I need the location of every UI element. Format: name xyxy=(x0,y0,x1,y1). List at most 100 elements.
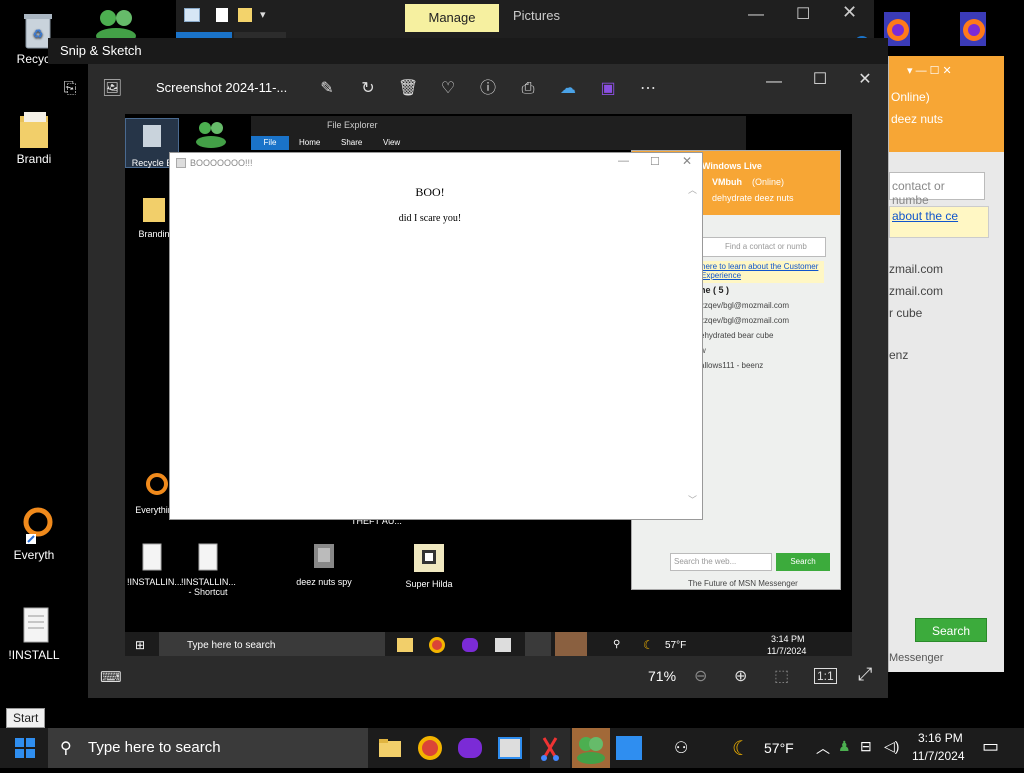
inner-people-icon: ⚲ xyxy=(613,639,621,650)
inner-msn-contact: zzqev/bgl@mozmail.com xyxy=(700,301,790,310)
boo-heading: BOO! xyxy=(415,185,445,199)
inner-start-icon: ⊞ xyxy=(135,638,146,652)
inner-icon-label: deez nuts spy xyxy=(296,577,352,587)
msn-search-button[interactable]: Search xyxy=(915,618,987,642)
desktop-icon-label: Brandi xyxy=(16,152,52,166)
snip-sketch-taskbar-icon[interactable] xyxy=(530,728,570,768)
maximize-button[interactable]: ☐ xyxy=(796,4,810,24)
onedrive-icon[interactable]: ☁ xyxy=(558,79,578,99)
msn-people-icon[interactable] xyxy=(92,6,142,44)
zoom-in-icon[interactable]: ⊕ xyxy=(734,666,747,686)
boo-titlebar: BOOOOOOO!!! — ☐ ✕ xyxy=(170,153,702,173)
boo-window: BOOOOOOO!!! — ☐ ✕ BOO! did I scare you! … xyxy=(169,152,703,520)
boo-minimize-button: — xyxy=(618,155,629,167)
inner-msn-tagline: dehydrate deez nuts xyxy=(712,193,794,203)
favorite-icon[interactable]: ♡ xyxy=(438,79,458,99)
minimize-button[interactable]: — xyxy=(748,6,764,24)
install-file-icon[interactable]: !INSTALL xyxy=(0,604,72,662)
msn-contact[interactable]: zmail.com xyxy=(889,262,943,276)
inner-msn-web-search: Search the web... xyxy=(670,553,772,571)
chrome-taskbar-icon[interactable] xyxy=(418,736,442,760)
notifications-icon[interactable]: ▭ xyxy=(982,736,999,757)
clock-time[interactable]: 3:16 PM xyxy=(918,731,963,745)
properties-icon[interactable] xyxy=(216,8,228,22)
delete-icon[interactable]: 🗑 xyxy=(398,79,418,99)
inner-explorer-taskbar-icon xyxy=(397,638,413,652)
msn-info-link[interactable]: about the ce xyxy=(889,206,989,238)
inner-install-file-icon: !INSTALLIN... xyxy=(127,542,182,587)
msn-taskbar-icon[interactable] xyxy=(572,728,610,768)
taskbar: Type here to search ⚲ ⚇ ☾ 57°F ︿ ♟ ⊟ ◁) … xyxy=(0,728,1024,768)
firefox-icon[interactable] xyxy=(956,10,992,50)
branding-folder-icon[interactable]: Brandi xyxy=(0,108,72,166)
network-icon[interactable]: ⊟ xyxy=(860,738,872,755)
folder-image xyxy=(14,108,54,148)
inner-msn-info: here to learn about the Customer Experie… xyxy=(700,261,824,283)
explorer-titlebar: ▾ Manage Pictures — ☐ ✕ xyxy=(176,0,874,32)
snip-file-title: Screenshot 2024-11-... xyxy=(156,80,288,95)
inner-msn-title: Windows Live xyxy=(702,161,762,171)
inner-msn-search-button: Search xyxy=(776,553,830,571)
close-button[interactable]: ✕ xyxy=(855,70,875,90)
full-screen-icon[interactable]: ⤢ xyxy=(858,664,872,685)
clock-date[interactable]: 11/7/2024 xyxy=(912,749,965,763)
inner-weather-icon: ☾ xyxy=(643,638,654,652)
inner-chrome-icon xyxy=(429,637,445,653)
inner-msn-status: (Online) xyxy=(752,177,785,187)
inner-super-hilda-icon: Super Hilda xyxy=(399,542,459,589)
edit-icon[interactable]: ✎ xyxy=(317,79,337,99)
boo-close-button: ✕ xyxy=(682,154,693,168)
volume-icon[interactable]: ◁) xyxy=(884,738,899,755)
weather-temperature[interactable]: 57°F xyxy=(764,740,794,756)
quick-access-dropdown-icon[interactable]: ▾ xyxy=(260,8,266,21)
photos-taskbar-icon[interactable] xyxy=(616,736,642,760)
inner-tab-share: Share xyxy=(341,138,363,147)
inner-msn-contact: allows111 - beenz xyxy=(700,361,764,370)
app-taskbar-icon[interactable] xyxy=(498,737,522,759)
keyboard-icon[interactable]: ⌨ xyxy=(100,668,122,686)
fit-to-window-icon[interactable]: ⬚ xyxy=(774,666,789,686)
open-file-icon[interactable]: 🖼 xyxy=(102,79,122,99)
weather-icon[interactable]: ☾ xyxy=(732,736,750,761)
actual-size-icon[interactable]: 1:1 xyxy=(814,668,837,684)
boo-window-title: BOOOOOOO!!! xyxy=(190,158,253,168)
msn-window-controls[interactable]: ▾ — ☐ ✕ xyxy=(907,64,952,77)
msn-contact-search[interactable]: contact or numbe xyxy=(889,172,985,207)
inner-tab-view: View xyxy=(383,138,401,147)
show-hidden-icons-icon[interactable]: ︿ xyxy=(816,738,830,758)
msn-tray-icon[interactable]: ♟ xyxy=(838,738,851,755)
msn-tagline[interactable]: deez nuts xyxy=(891,112,943,126)
everything-image xyxy=(14,504,54,544)
file-explorer-taskbar-icon[interactable] xyxy=(378,736,402,760)
print-icon[interactable]: ⎙ xyxy=(518,79,538,99)
zoom-out-icon[interactable]: ⊖ xyxy=(694,666,707,686)
video-editor-icon[interactable]: ▣ xyxy=(598,79,618,99)
app-taskbar-icon[interactable] xyxy=(458,738,482,758)
explorer-title-text: Pictures xyxy=(513,8,560,23)
msn-contact[interactable]: zmail.com xyxy=(889,284,943,298)
new-snip-icon[interactable]: ⎘ xyxy=(60,79,80,99)
minimize-button[interactable]: — xyxy=(764,72,784,92)
inner-msn-group: he ( 5 ) xyxy=(700,285,730,295)
desktop-icon-label: Everyth xyxy=(13,548,55,562)
rotate-icon[interactable]: ↻ xyxy=(358,79,378,99)
inner-temperature: 57°F xyxy=(665,640,687,651)
snip-bottom-bar: ⌨ 71% ⊖ ⊕ ⬚ 1:1 ⤢ xyxy=(88,656,888,698)
zoom-level: 71% xyxy=(648,668,677,684)
msn-footer: Messenger xyxy=(889,652,944,664)
msn-contact[interactable]: enz xyxy=(889,348,908,362)
new-folder-icon[interactable] xyxy=(238,8,252,22)
more-options-icon[interactable]: ⋯ xyxy=(638,79,658,99)
close-button[interactable]: ✕ xyxy=(842,2,857,23)
msn-status[interactable]: Online) xyxy=(891,90,930,104)
start-button[interactable] xyxy=(14,737,36,759)
msn-contact[interactable]: r cube xyxy=(889,306,922,320)
boo-maximize-button: ☐ xyxy=(650,156,660,168)
info-icon[interactable]: ⓘ xyxy=(478,79,498,99)
everything-shortcut-icon[interactable]: Everyth xyxy=(0,504,72,562)
people-icon[interactable]: ⚇ xyxy=(674,738,688,758)
manage-tab[interactable]: Manage xyxy=(405,4,499,32)
boo-scroll-down-icon: ﹀ xyxy=(688,495,698,505)
maximize-button[interactable]: ☐ xyxy=(810,70,830,90)
taskbar-search-input[interactable]: Type here to search xyxy=(48,728,368,768)
